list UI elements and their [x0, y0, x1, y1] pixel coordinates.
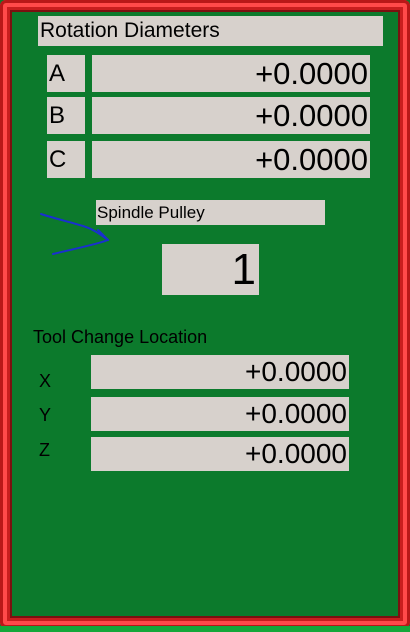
- axis-a-diameter-field[interactable]: +0.0000: [92, 55, 370, 92]
- tool-change-x-field[interactable]: +0.0000: [91, 355, 349, 389]
- rotation-diameters-title: Rotation Diameters: [38, 16, 383, 46]
- bottom-strip: [0, 626, 410, 632]
- axis-c-label: C: [47, 141, 85, 178]
- spindle-pulley-field[interactable]: 1: [162, 244, 259, 295]
- axis-b-label: B: [47, 97, 85, 134]
- tool-change-y-field[interactable]: +0.0000: [91, 397, 349, 431]
- axis-a-label: A: [47, 55, 85, 92]
- tool-change-location-title: Tool Change Location: [33, 327, 208, 347]
- tool-change-z-field[interactable]: +0.0000: [91, 437, 349, 471]
- spindle-pulley-title: Spindle Pulley: [96, 200, 325, 225]
- axis-b-diameter-field[interactable]: +0.0000: [92, 97, 370, 134]
- axis-y-label: Y: [39, 405, 52, 425]
- axis-c-diameter-field[interactable]: +0.0000: [92, 141, 370, 178]
- axis-x-label: X: [39, 371, 52, 391]
- window-frame: [0, 0, 410, 628]
- hand-drawn-arrow-icon: [40, 213, 109, 255]
- axis-z-label: Z: [39, 440, 50, 460]
